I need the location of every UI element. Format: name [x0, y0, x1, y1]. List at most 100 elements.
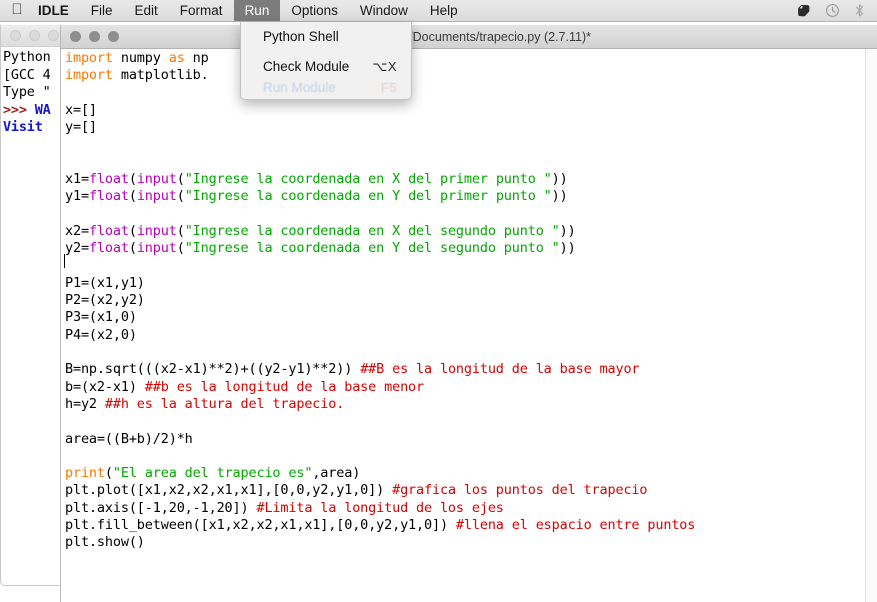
- code-token: "Ingrese la coordenada en Y del primer p…: [184, 188, 552, 205]
- shell-zoom-button[interactable]: [48, 30, 59, 41]
- code-line: x2=float(input("Ingrese la coordenada en…: [65, 223, 877, 240]
- menu-run[interactable]: Run: [233, 0, 281, 21]
- code-line: B=np.sqrt(((x2-x1)**2)+((y2-y1)**2)) ##B…: [65, 361, 877, 378]
- editor-window-controls: [61, 31, 119, 42]
- menu-help[interactable]: Help: [419, 0, 469, 21]
- idle-editor-window[interactable]: udiasuarez/Documents/trapecio.py (2.7.11…: [60, 25, 877, 602]
- evernote-icon[interactable]: [797, 3, 812, 18]
- code-token: (: [176, 240, 185, 257]
- menu-label: Run: [244, 3, 270, 18]
- shell-close-button[interactable]: [10, 30, 21, 41]
- editor-vertical-scrollbar[interactable]: [865, 49, 877, 602]
- menu-file[interactable]: File: [80, 0, 124, 21]
- code-token: input: [136, 240, 177, 257]
- code-token: )): [551, 188, 568, 205]
- shell-token: Visit: [3, 119, 51, 136]
- code-line: plt.plot([x1,x2,x2,x1,x1],[0,0,y2,y1,0])…: [65, 482, 877, 499]
- code-line: P1=(x1,y1): [65, 275, 877, 292]
- code-line: x=[]: [65, 102, 877, 119]
- menu-options[interactable]: Options: [280, 0, 349, 21]
- run-menu-item-label: Check Module: [263, 59, 350, 74]
- editor-window-title: udiasuarez/Documents/trapecio.py (2.7.11…: [348, 29, 591, 44]
- menu-label: Edit: [134, 3, 158, 18]
- code-token: float: [88, 222, 129, 239]
- run-menu-item-python-shell[interactable]: Python Shell: [241, 26, 411, 47]
- run-menu-item-check-module[interactable]: Check Module ⌥X: [241, 56, 411, 77]
- code-token: (: [104, 465, 113, 482]
- shell-token: [GCC 4: [3, 66, 51, 83]
- code-token: float: [88, 188, 129, 205]
- menu-label: Format: [179, 3, 223, 18]
- apple-menu-icon[interactable]: : [0, 0, 34, 21]
- code-editor-area[interactable]: import numpy as np import matplotlib. x=[…: [61, 49, 877, 602]
- bluetooth-icon[interactable]: [853, 3, 866, 18]
- code-token: (: [128, 240, 137, 257]
- code-token: np: [184, 50, 209, 66]
- editor-title-bar: udiasuarez/Documents/trapecio.py (2.7.11…: [61, 25, 877, 49]
- code-token: #Limita la longitud de los ejes: [256, 499, 504, 516]
- code-token: input: [136, 171, 177, 188]
- code-token: )): [551, 171, 568, 188]
- code-token: "Ingrese la coordenada en X del primer p…: [184, 171, 552, 188]
- code-token: matplotlib.: [112, 67, 209, 84]
- menu-label: Help: [429, 3, 458, 18]
- editor-minimize-button[interactable]: [89, 31, 100, 42]
- code-line: y1=float(input("Ingrese la coordenada en…: [65, 188, 877, 205]
- code-token: float: [88, 171, 129, 188]
- menu-format[interactable]: Format: [169, 0, 234, 21]
- menu-label: Window: [359, 3, 408, 18]
- code-token: y2=: [65, 240, 89, 257]
- code-line: import matplotlib.: [65, 67, 877, 84]
- menu-edit[interactable]: Edit: [124, 0, 169, 21]
- code-token: ,area): [312, 465, 361, 482]
- code-line: area=((B+b)/2)*h: [65, 431, 877, 448]
- code-line: plt.show(): [65, 534, 877, 551]
- code-token: (: [128, 188, 137, 205]
- shell-token: Python: [3, 49, 59, 65]
- macos-menu-bar:  IDLE File Edit Format Run Options Window Help: [0, 0, 877, 22]
- time-machine-icon[interactable]: [825, 3, 840, 18]
- shell-minimize-button[interactable]: [29, 30, 40, 41]
- code-token: P4=(x2,0): [65, 326, 137, 343]
- editor-zoom-button[interactable]: [108, 31, 119, 42]
- code-token: input: [136, 188, 177, 205]
- editor-close-button[interactable]: [70, 31, 81, 42]
- run-dropdown-menu[interactable]: Python Shell Check Module ⌥X Run Module F5: [240, 22, 412, 100]
- code-line: h=y2 ##h es la altura del trapecio.: [65, 396, 877, 413]
- code-token: "Ingrese la coordenada en X del segundo …: [184, 222, 560, 239]
- code-token: plt.fill_between([x1,x2,x2,x1,x1],[0,0,y…: [65, 517, 456, 534]
- code-token: #llena el espacio entre puntos: [455, 517, 696, 534]
- code-token: ##b es la longitud de la base menor: [144, 378, 425, 395]
- code-token: "Ingrese la coordenada en Y del segundo …: [184, 240, 560, 257]
- code-token: ##h es la altura del trapecio.: [104, 395, 345, 412]
- code-token: (: [176, 188, 185, 205]
- code-line: import numpy as np: [65, 50, 877, 67]
- menu-bar-items: IDLE File Edit Format Run Options Window Help: [34, 0, 469, 21]
- source-code-text[interactable]: import numpy as np import matplotlib. x=[…: [61, 49, 877, 552]
- code-token: P1=(x1,y1): [65, 274, 145, 291]
- menu-window[interactable]: Window: [349, 0, 419, 21]
- code-token: as: [168, 50, 185, 66]
- menu-label: File: [90, 3, 113, 18]
- menu-label: Options: [291, 3, 338, 18]
- run-menu-item-label: Python Shell: [263, 29, 339, 44]
- code-token: import: [65, 67, 113, 84]
- code-token: numpy: [112, 50, 169, 66]
- code-token: ##B es la longitud de la base mayor: [360, 361, 640, 378]
- menu-idle[interactable]: IDLE: [34, 0, 80, 21]
- code-line: print("El area del trapecio es",area): [65, 465, 877, 482]
- code-token: input: [136, 222, 177, 239]
- shell-token: >>>: [3, 101, 35, 118]
- menu-bar-spacer: [469, 0, 797, 21]
- code-token: b=(x2-x1): [65, 378, 145, 395]
- code-token: #grafica los puntos del trapecio: [392, 482, 648, 499]
- code-line: P3=(x1,0): [65, 309, 877, 326]
- code-token: y=[]: [65, 119, 97, 136]
- code-token: (: [128, 222, 137, 239]
